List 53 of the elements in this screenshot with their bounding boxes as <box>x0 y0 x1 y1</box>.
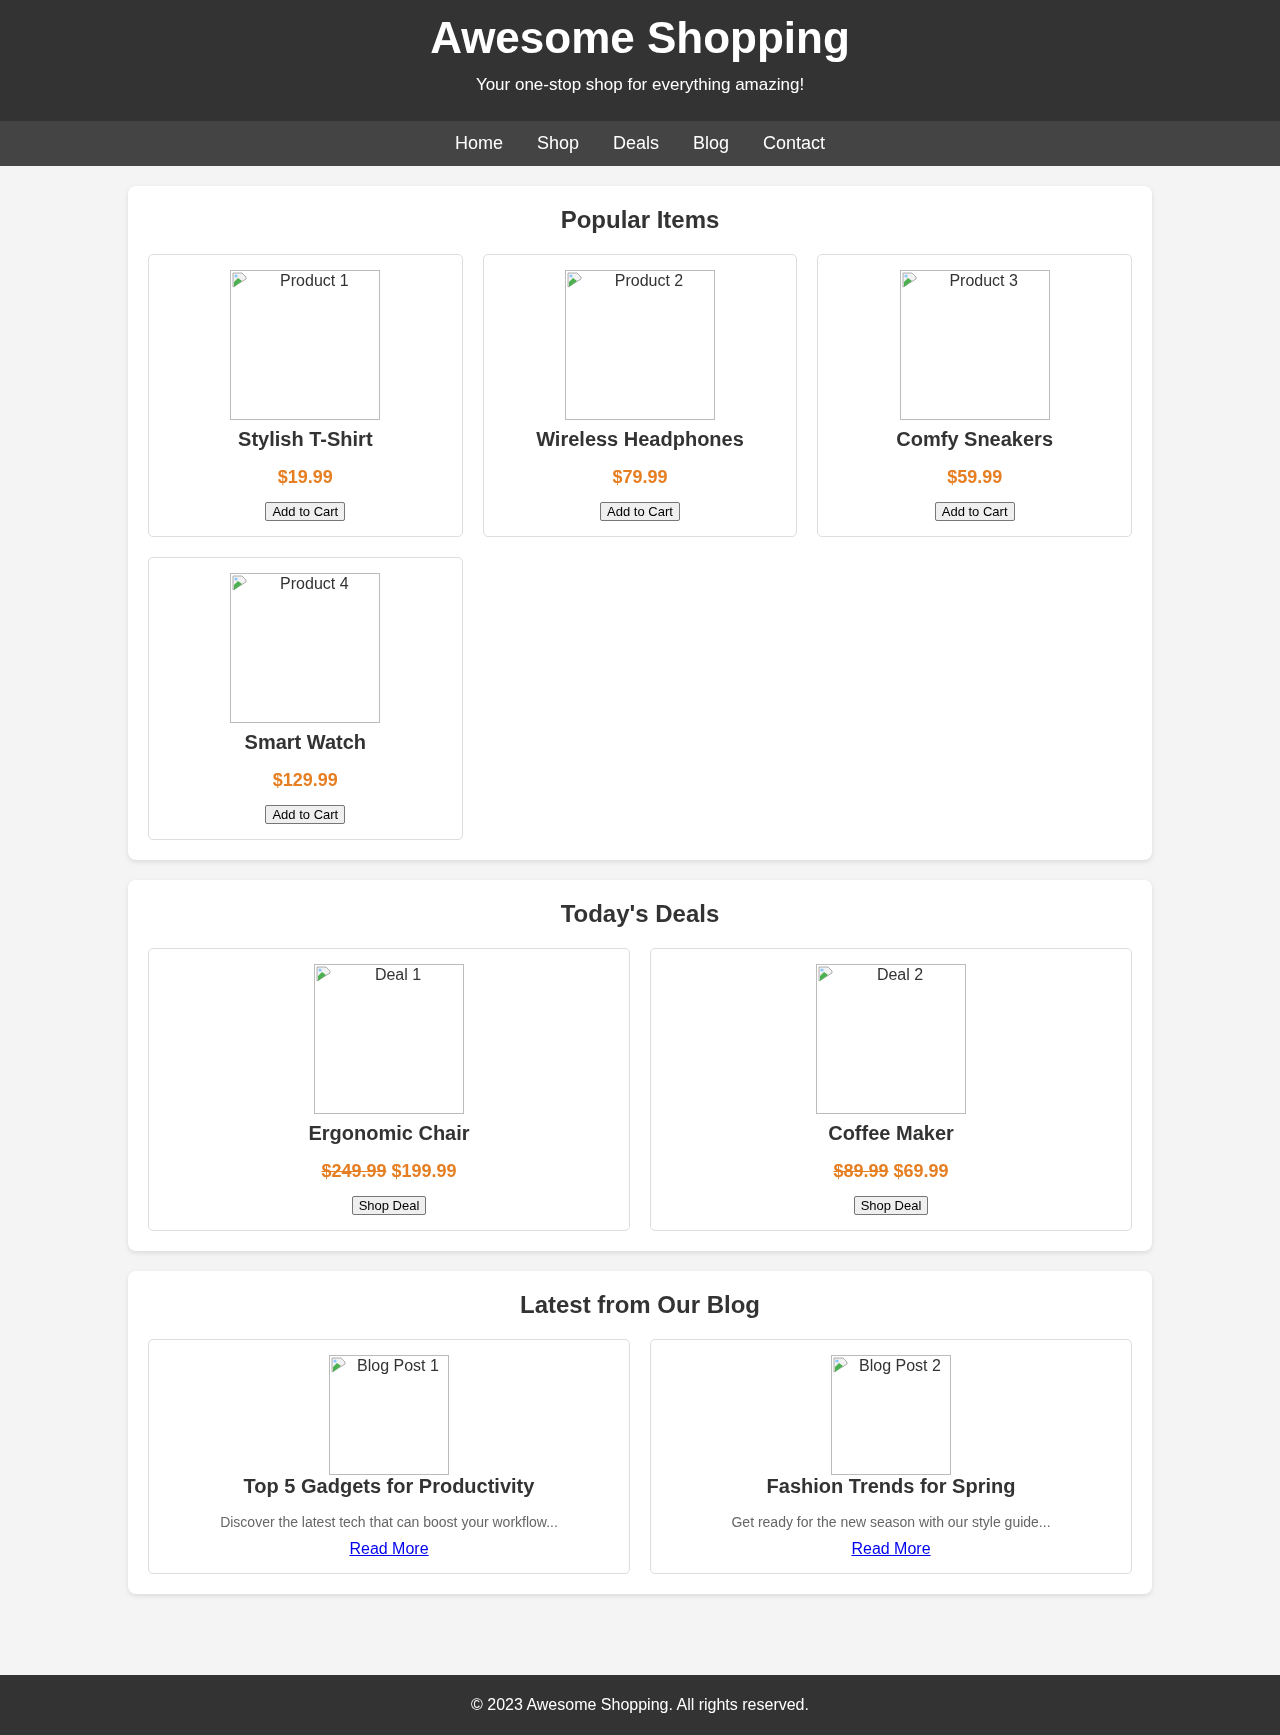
copyright-text: © 2023 Awesome Shopping. All rights reserved. <box>471 1696 809 1714</box>
product-price: $79.99 <box>612 466 668 488</box>
image-alt-text: Product 4 <box>279 574 349 594</box>
broken-image-icon <box>818 965 834 982</box>
image-alt-text: Deal 2 <box>875 965 924 985</box>
image-alt-text: Blog Post 2 <box>858 1356 941 1376</box>
blog-excerpt: Get ready for the new season with our style guide... <box>731 1513 1051 1530</box>
deal-name: Ergonomic Chair <box>308 1121 470 1145</box>
broken-image-icon <box>331 1356 347 1373</box>
blog-post-title: Fashion Trends for Spring <box>766 1474 1016 1498</box>
blog-post-title: Top 5 Gadgets for Productivity <box>243 1474 535 1498</box>
site-tagline: Your one-stop shop for everything amazing! <box>474 74 806 95</box>
nav-link[interactable]: Shop <box>519 132 596 154</box>
nav-link[interactable]: Home <box>437 132 520 154</box>
broken-image-icon <box>833 1356 849 1373</box>
add-to-cart-button[interactable]: Add to Cart <box>265 501 346 521</box>
product-name: Smart Watch <box>244 730 367 754</box>
add-to-cart-button[interactable]: Add to Cart <box>934 501 1015 521</box>
site-title: Awesome Shopping <box>429 12 851 64</box>
blog-excerpt: Discover the latest tech that can boost your workflow... <box>220 1513 558 1530</box>
read-more-link[interactable]: Read More <box>349 1539 429 1558</box>
broken-image-icon <box>316 965 332 982</box>
product-name: Stylish T-Shirt <box>238 427 373 451</box>
product-price: $19.99 <box>277 466 333 488</box>
old-price: $89.99 <box>833 1160 889 1181</box>
broken-image-icon <box>901 271 918 288</box>
image-alt-text: Product 3 <box>948 271 1018 291</box>
product-name: Comfy Sneakers <box>896 427 1054 451</box>
section-title: Latest from Our Blog <box>519 1290 761 1319</box>
image-alt-text: Blog Post 1 <box>356 1356 439 1376</box>
product-price: $59.99 <box>947 466 1003 488</box>
deal-name: Coffee Maker <box>828 1121 954 1145</box>
deal-price: $199.99 <box>391 1160 457 1181</box>
broken-image-icon <box>232 574 249 591</box>
read-more-link[interactable]: Read More <box>851 1539 931 1558</box>
old-price: $249.99 <box>321 1160 387 1181</box>
broken-image-icon <box>232 271 249 288</box>
image-alt-text: Product 2 <box>613 271 684 291</box>
product-name: Wireless Headphones <box>536 427 744 451</box>
image-alt-text: Deal 1 <box>373 965 422 985</box>
add-to-cart-button[interactable]: Add to Cart <box>265 804 346 824</box>
section-title: Today's Deals <box>559 899 721 928</box>
product-price: $129.99 <box>272 769 338 791</box>
shop-deal-button[interactable]: Shop Deal <box>853 1195 929 1215</box>
image-alt-text: Product 1 <box>279 271 349 291</box>
shop-deal-button[interactable]: Shop Deal <box>351 1195 427 1215</box>
section-title: Popular Items <box>559 205 721 234</box>
nav-link[interactable]: Blog <box>676 132 747 154</box>
nav-link[interactable]: Contact <box>746 132 843 154</box>
broken-image-icon <box>567 271 583 288</box>
nav-link[interactable]: Deals <box>595 132 676 154</box>
deal-price: $69.99 <box>893 1160 949 1181</box>
add-to-cart-button[interactable]: Add to Cart <box>600 501 680 521</box>
